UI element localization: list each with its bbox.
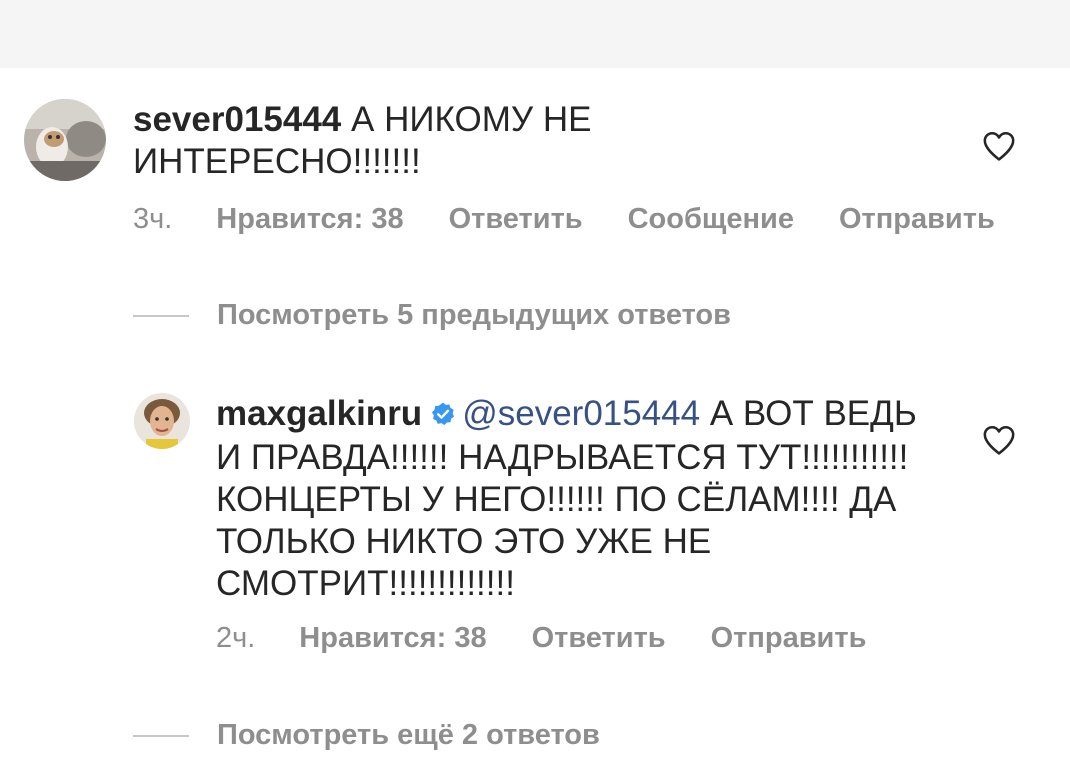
replies-divider-line — [133, 314, 189, 317]
comment-1-time: 3ч. — [133, 203, 173, 235]
comment-1-reply-button[interactable]: Ответить — [449, 203, 583, 236]
comment-2-actions: 2ч. Нравится: 38 Ответить Отправить — [216, 622, 866, 655]
comment-1-like-button[interactable] — [982, 130, 1016, 162]
view-more-replies-label: Посмотреть ещё 2 ответов — [217, 719, 600, 751]
comment-2-likes-count[interactable]: Нравится: 38 — [299, 622, 486, 655]
comment-1-send-button[interactable]: Отправить — [839, 203, 995, 236]
top-bar — [0, 0, 1070, 68]
comment-2-reply-button[interactable]: Ответить — [532, 622, 666, 655]
comment-2-like-button[interactable] — [982, 424, 1016, 456]
avatar-maxgalkinru[interactable] — [134, 393, 190, 449]
comment-2-mention[interactable]: @sever015444 — [462, 394, 700, 433]
comment-1-message-button[interactable]: Сообщение — [628, 203, 794, 236]
comment-1-actions: 3ч. Нравится: 38 Ответить Сообщение Отпр… — [133, 203, 995, 236]
view-more-replies-button[interactable]: Посмотреть ещё 2 ответов — [133, 719, 600, 752]
avatar-sever015444[interactable] — [24, 99, 106, 181]
heart-icon — [983, 425, 1015, 455]
profile-photo-avatar — [134, 393, 190, 449]
comment-1-username[interactable]: sever015444 — [133, 100, 341, 139]
comment-1-body: sever015444 А НИКОМУ НЕ ИНТЕРЕСНО!!!!!!! — [133, 99, 693, 183]
comment-1-likes-count[interactable]: Нравится: 38 — [216, 203, 403, 236]
comment-2-username[interactable]: maxgalkinru — [216, 394, 422, 433]
replies-divider-line — [133, 734, 189, 737]
cat-photo-avatar — [24, 99, 106, 181]
comment-2-time: 2ч. — [216, 622, 256, 654]
view-previous-replies-button[interactable]: Посмотреть 5 предыдущих ответов — [133, 299, 731, 332]
heart-icon — [983, 131, 1015, 161]
comment-2-body: maxgalkinru @sever015444 А ВОТ ВЕДЬ И ПРА… — [216, 393, 946, 605]
comment-2-send-button[interactable]: Отправить — [711, 622, 867, 655]
view-previous-replies-label: Посмотреть 5 предыдущих ответов — [217, 299, 731, 331]
verified-badge-icon — [430, 395, 456, 437]
